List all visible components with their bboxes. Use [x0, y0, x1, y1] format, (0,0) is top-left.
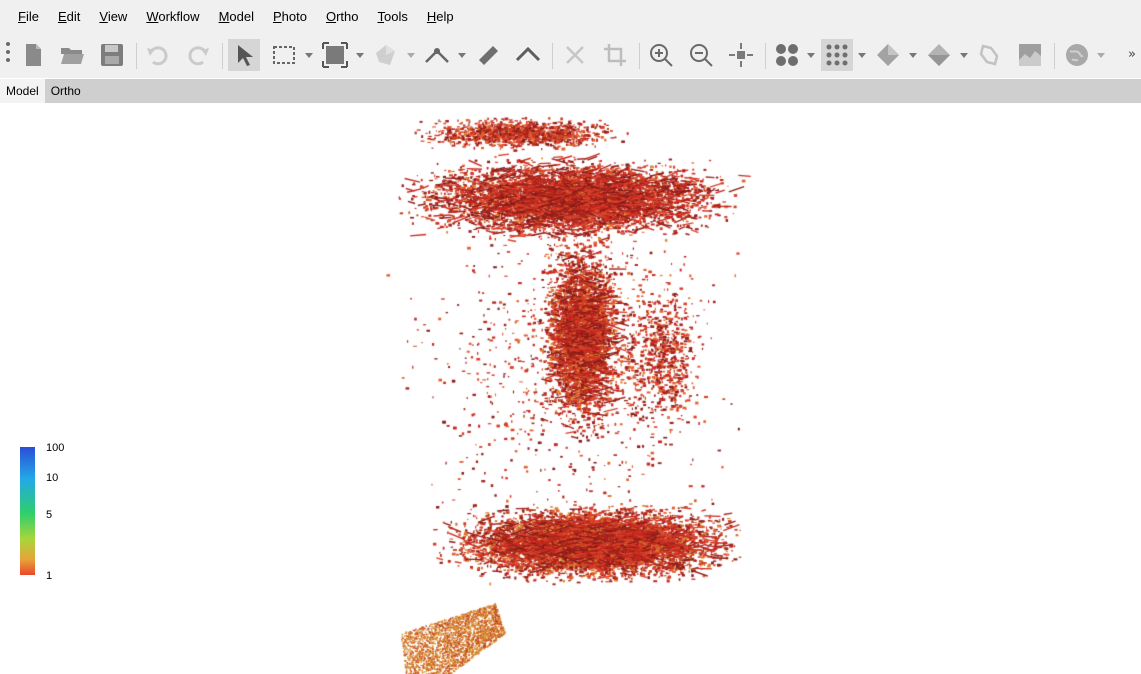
- chevron-down-icon[interactable]: [807, 53, 815, 59]
- chevron-down-icon[interactable]: [960, 53, 968, 59]
- legend-label-5: 5: [46, 509, 53, 521]
- chevron-down-icon[interactable]: [305, 53, 313, 59]
- toolbar-separator: [552, 43, 553, 69]
- zoom-in-icon[interactable]: [645, 39, 677, 71]
- chevron-down-icon[interactable]: [458, 53, 466, 59]
- show-tiled-model-icon[interactable]: [974, 39, 1006, 71]
- delete-icon[interactable]: [559, 39, 591, 71]
- legend-label-1: 1: [46, 570, 53, 582]
- crop-icon[interactable]: [599, 39, 631, 71]
- toolbar-separator: [639, 43, 640, 69]
- menu-view[interactable]: View: [91, 0, 135, 33]
- menu-workflow[interactable]: Workflow: [138, 0, 207, 33]
- show-solid-model-icon[interactable]: [923, 39, 955, 71]
- show-cameras-icon[interactable]: [771, 39, 803, 71]
- redo-icon[interactable]: [182, 39, 214, 71]
- toolbar-overflow-icon[interactable]: »: [1128, 47, 1136, 62]
- new-document-icon[interactable]: [17, 39, 49, 71]
- rectangle-selection-icon[interactable]: [268, 39, 300, 71]
- legend-label-10: 10: [46, 472, 59, 484]
- rotate-object-icon[interactable]: [370, 39, 402, 71]
- zoom-out-icon[interactable]: [685, 39, 717, 71]
- toolbar-separator: [136, 43, 137, 69]
- show-globe-icon[interactable]: [1061, 39, 1093, 71]
- draw-polygon-icon[interactable]: [512, 39, 544, 71]
- resize-region-icon[interactable]: [319, 39, 351, 71]
- menu-help[interactable]: Help: [419, 0, 462, 33]
- open-folder-icon[interactable]: [56, 39, 88, 71]
- toolbar-separator: [765, 43, 766, 69]
- toolbar-separator: [222, 43, 223, 69]
- chevron-down-icon[interactable]: [909, 53, 917, 59]
- chevron-down-icon[interactable]: [407, 53, 415, 59]
- main-toolbar: »: [0, 33, 1141, 78]
- confidence-color-scale: [20, 447, 35, 575]
- undo-icon[interactable]: [142, 39, 174, 71]
- model-viewport[interactable]: 100 10 5 1: [0, 103, 1141, 674]
- menu-tools[interactable]: Tools: [370, 0, 416, 33]
- show-shaded-model-icon[interactable]: [872, 39, 904, 71]
- legend-label-100: 100: [46, 442, 65, 454]
- save-icon[interactable]: [96, 39, 128, 71]
- tab-model[interactable]: Model: [0, 79, 45, 103]
- menu-bar: File Edit View Workflow Model Photo Orth…: [0, 0, 1141, 33]
- point-cloud[interactable]: [0, 103, 1141, 674]
- ruler-icon[interactable]: [472, 39, 504, 71]
- show-points-icon[interactable]: [821, 39, 853, 71]
- chevron-down-icon[interactable]: [1097, 53, 1105, 59]
- chevron-down-icon[interactable]: [858, 53, 866, 59]
- chevron-down-icon[interactable]: [356, 53, 364, 59]
- draw-polyline-icon[interactable]: [421, 39, 453, 71]
- menu-model[interactable]: Model: [211, 0, 262, 33]
- menu-photo[interactable]: Photo: [265, 0, 315, 33]
- tab-ortho[interactable]: Ortho: [45, 79, 87, 103]
- menu-ortho[interactable]: Ortho: [318, 0, 367, 33]
- toolbar-grip-handle[interactable]: [5, 42, 11, 70]
- toolbar-separator: [1054, 43, 1055, 69]
- show-dem-icon[interactable]: [1014, 39, 1046, 71]
- view-tab-bar: Model Ortho: [0, 79, 1141, 103]
- menu-file[interactable]: File: [10, 0, 47, 33]
- reset-view-icon[interactable]: [725, 39, 757, 71]
- menu-edit[interactable]: Edit: [50, 0, 88, 33]
- navigation-pointer-icon[interactable]: [228, 39, 260, 71]
